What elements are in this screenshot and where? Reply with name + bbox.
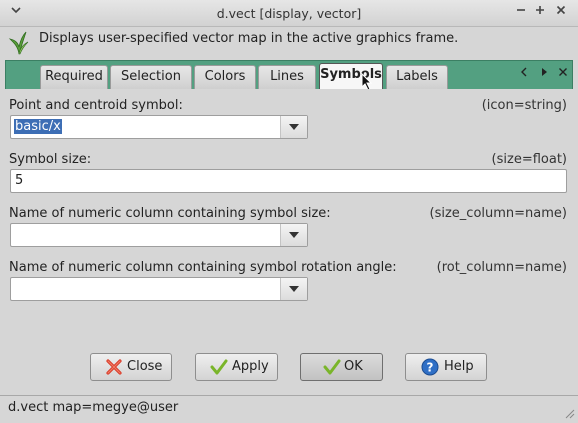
grass-logo-icon [8, 30, 30, 56]
tab-selection[interactable]: Selection [110, 65, 192, 89]
module-description-row: Displays user-specified vector map in th… [0, 27, 578, 60]
tab-symbols[interactable]: Symbols [319, 63, 383, 90]
size-key: (size=float) [491, 152, 567, 167]
symbol-combobox[interactable]: basic/x [10, 115, 308, 139]
minimize-icon[interactable] [513, 4, 529, 20]
rot-column-dropdown-button[interactable] [280, 278, 307, 300]
apply-button-label: Apply [232, 359, 269, 374]
close-window-icon[interactable] [553, 4, 569, 20]
tab-colors[interactable]: Colors [194, 65, 256, 89]
symbol-size-value: 5 [15, 173, 24, 188]
symbol-label: Point and centroid symbol: [9, 98, 183, 113]
tab-scroll-right-icon[interactable] [541, 67, 549, 80]
symbol-value: basic/x [14, 119, 62, 134]
close-icon [105, 358, 123, 376]
tab-close-icon[interactable] [558, 67, 568, 80]
tab-labels[interactable]: Labels [386, 65, 448, 89]
tab-required[interactable]: Required [40, 65, 108, 89]
check-icon [210, 358, 228, 376]
module-description: Displays user-specified vector map in th… [39, 31, 459, 46]
status-bar: d.vect map=megye@user [0, 395, 578, 421]
help-button[interactable]: ? Help [405, 353, 487, 381]
size-column-key: (size_column=name) [429, 206, 567, 221]
rot-column-combobox[interactable] [10, 277, 308, 301]
size-column-dropdown-button[interactable] [280, 224, 307, 246]
close-button-label: Close [127, 359, 163, 374]
chevron-down-icon [289, 286, 299, 292]
command-preview: d.vect map=megye@user [8, 400, 179, 415]
window-title: d.vect [display, vector] [216, 6, 362, 21]
apply-button[interactable]: Apply [195, 353, 278, 381]
tab-lines[interactable]: Lines [258, 65, 316, 89]
symbols-panel: Point and centroid symbol: (icon=string)… [5, 89, 573, 342]
svg-text:?: ? [427, 361, 434, 375]
tab-label: Lines [270, 69, 304, 84]
tab-label: Required [45, 69, 103, 84]
tab-scroll-left-icon[interactable] [520, 67, 528, 80]
resize-grip-icon[interactable] [565, 408, 575, 419]
size-column-combobox[interactable] [10, 223, 308, 247]
rot-column-key: (rot_column=name) [436, 260, 567, 275]
title-bar[interactable]: d.vect [display, vector] [0, 0, 578, 27]
tab-label: Selection [121, 69, 181, 84]
close-button[interactable]: Close [90, 353, 172, 381]
help-button-label: Help [444, 359, 474, 374]
rot-column-label: Name of numeric column containing symbol… [9, 260, 397, 275]
symbol-dropdown-button[interactable] [280, 116, 307, 138]
chevron-down-icon [289, 124, 299, 130]
ok-button[interactable]: OK [300, 353, 383, 381]
tab-label: Colors [204, 69, 246, 84]
tab-label: Labels [396, 69, 438, 84]
chevron-down-icon [289, 232, 299, 238]
tab-strip: Required Selection Colors Lines Symbols … [5, 60, 573, 90]
help-icon: ? [421, 358, 439, 376]
size-label: Symbol size: [9, 152, 92, 167]
symbol-key: (icon=string) [481, 98, 567, 113]
check-icon [323, 358, 341, 376]
maximize-icon[interactable] [532, 4, 548, 20]
ok-button-label: OK [344, 359, 363, 374]
size-column-label: Name of numeric column containing symbol… [9, 206, 331, 221]
symbol-size-field[interactable]: 5 [10, 169, 567, 193]
